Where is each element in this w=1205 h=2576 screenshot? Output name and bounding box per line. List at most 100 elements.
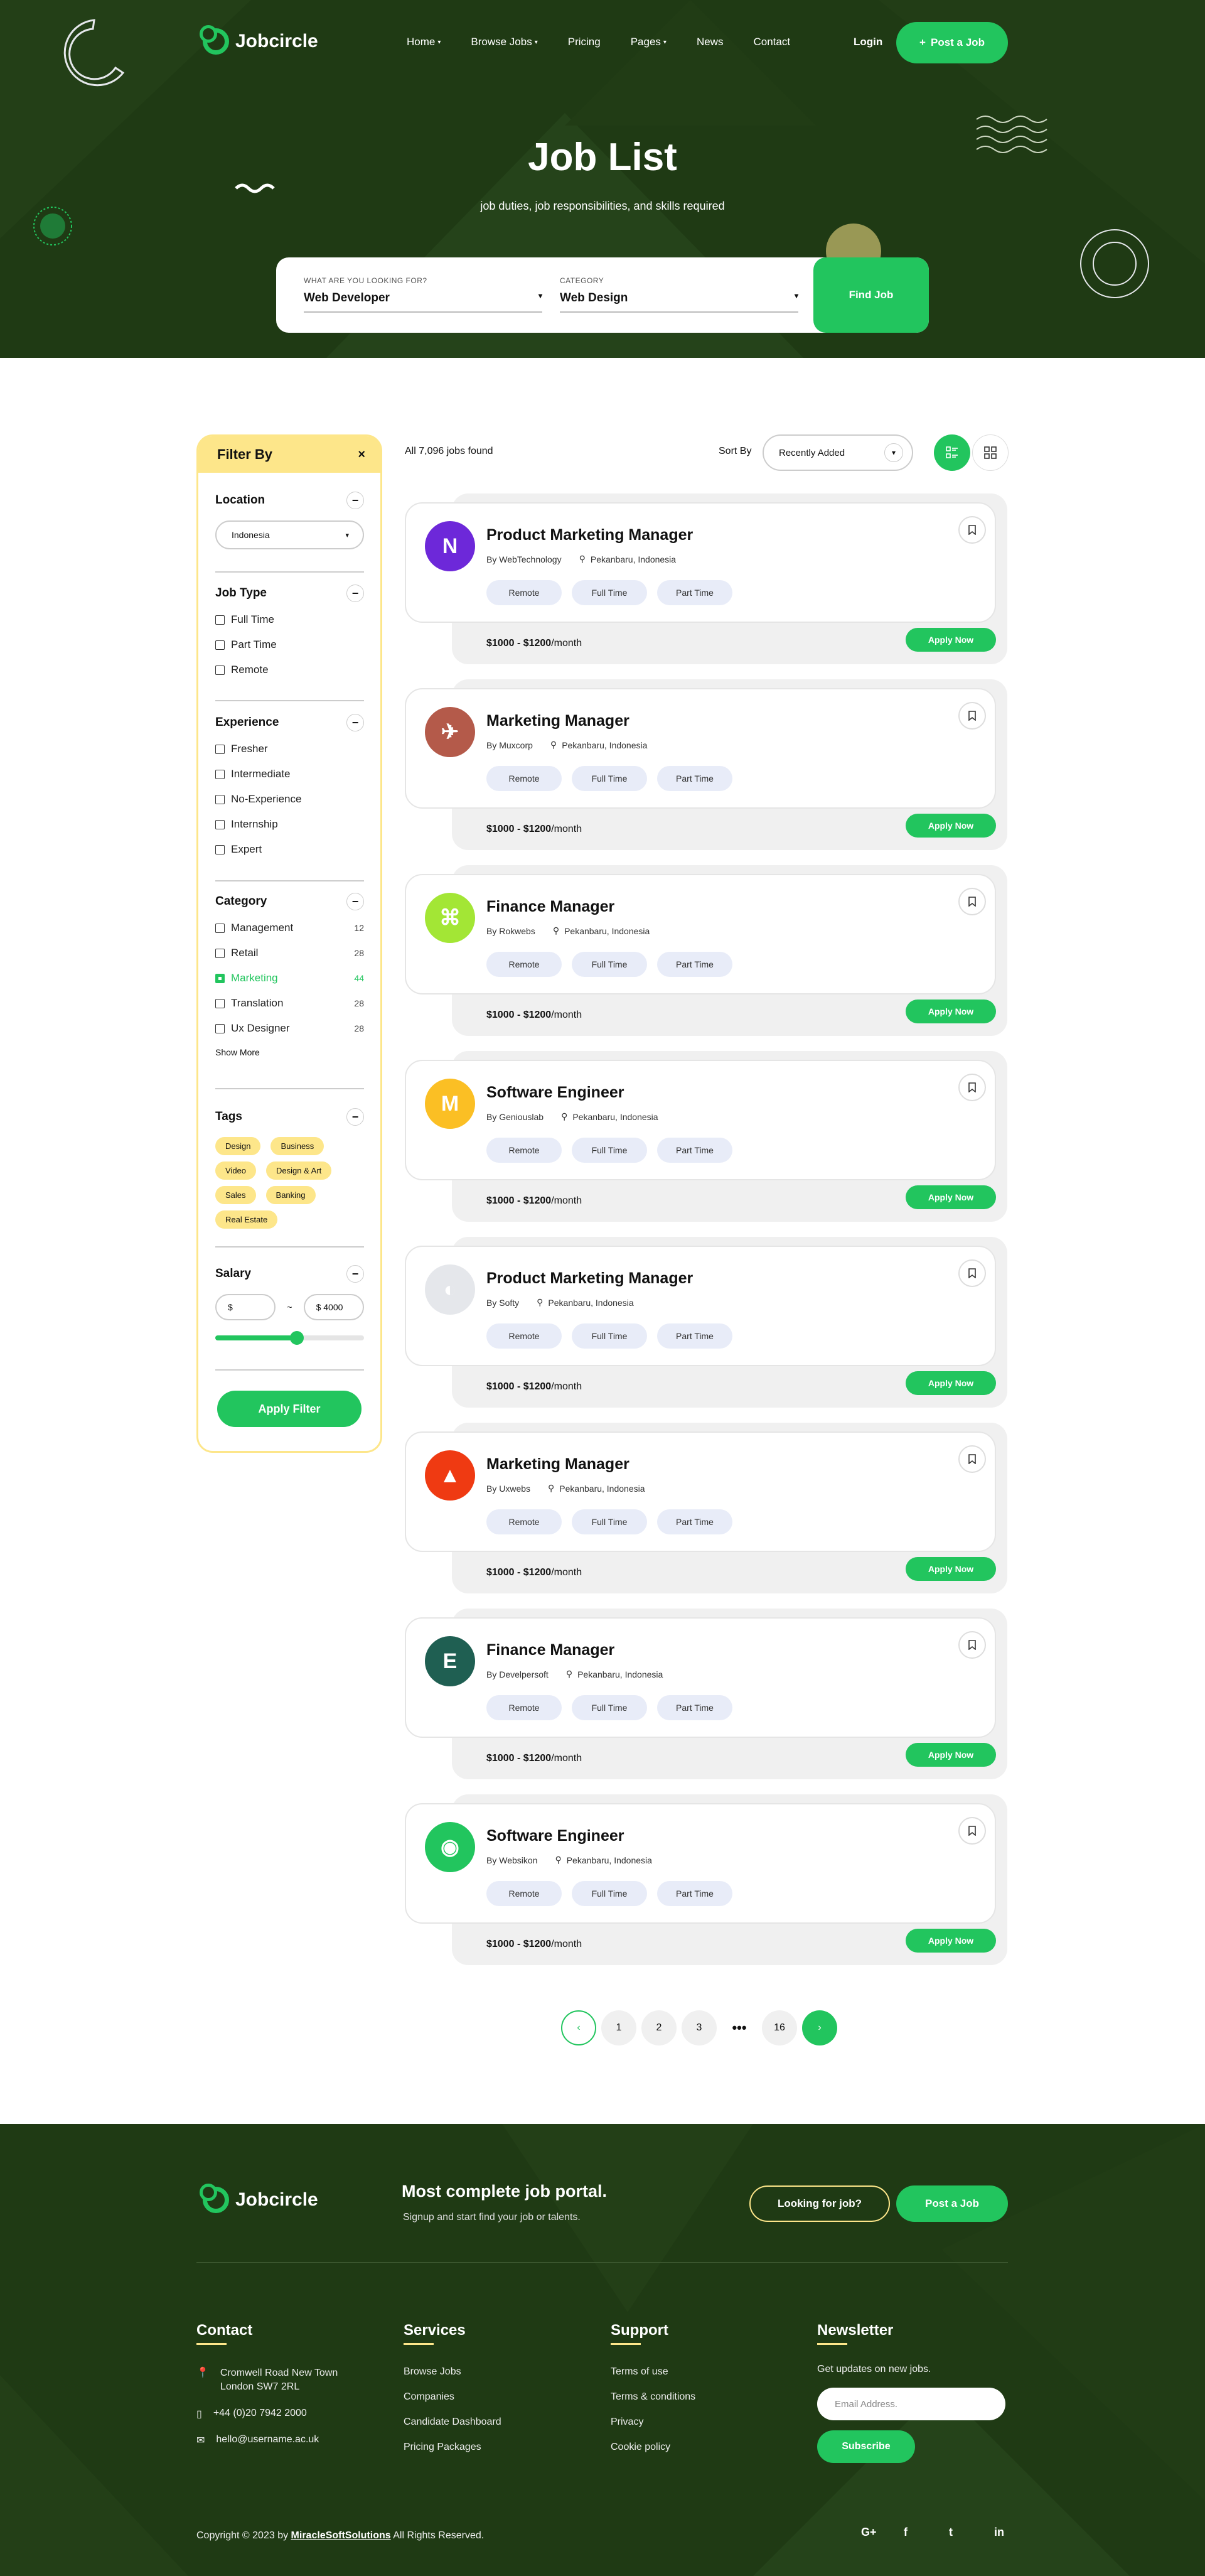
checkbox-fresher[interactable]: Fresher (215, 736, 364, 762)
job-card-body[interactable]: ◉ Software Engineer By Websikon ⚲ Pekanbaru,… (405, 1803, 996, 1924)
tag-chip[interactable]: Sales (215, 1186, 256, 1204)
job-card-body[interactable]: ▲ Marketing Manager By Uxwebs ⚲ Pekanbaru, I… (405, 1431, 996, 1552)
footer-link[interactable]: Browse Jobs (404, 2366, 501, 2378)
salary-range-slider[interactable] (215, 1331, 364, 1345)
linkedin-icon[interactable]: in (994, 2526, 1004, 2539)
footer-link[interactable]: Terms & conditions (611, 2391, 695, 2403)
job-title[interactable]: Finance Manager (486, 1641, 614, 1659)
tag-chip[interactable]: Business (270, 1137, 324, 1155)
location-select[interactable]: Indonesia ▾ (215, 520, 364, 549)
job-title[interactable]: Product Marketing Manager (486, 1269, 693, 1288)
apply-now-button[interactable]: Apply Now (906, 1371, 996, 1395)
job-title[interactable]: Product Marketing Manager (486, 526, 693, 544)
collapse-icon[interactable]: − (346, 893, 364, 910)
close-icon[interactable]: × (358, 448, 365, 462)
job-card-body[interactable]: M Software Engineer By Geniouslab ⚲ Pekanbar… (405, 1060, 996, 1180)
checkbox-marketing[interactable]: Marketing 44 (215, 966, 364, 991)
find-job-button[interactable]: Find Job (813, 257, 929, 333)
footer-link[interactable]: Terms of use (611, 2366, 695, 2378)
newsletter-email-input[interactable]: Email Address. (817, 2388, 1005, 2420)
job-title[interactable]: Software Engineer (486, 1084, 624, 1102)
tag-chip[interactable]: Banking (265, 1186, 316, 1204)
checkbox-remote[interactable]: Remote (215, 657, 364, 682)
apply-now-button[interactable]: Apply Now (906, 1185, 996, 1209)
collapse-icon[interactable]: − (346, 492, 364, 509)
job-card-body[interactable]: ⌘ Finance Manager By Rokwebs ⚲ Pekanbaru, In… (405, 874, 996, 994)
page-button-last[interactable]: 16 (762, 2010, 797, 2045)
subscribe-button[interactable]: Subscribe (817, 2430, 915, 2463)
tag-chip[interactable]: Design (215, 1137, 261, 1155)
job-card-body[interactable]: E Finance Manager By Develpersoft ⚲ Pekanbar… (405, 1617, 996, 1738)
job-title[interactable]: Finance Manager (486, 898, 614, 916)
footer-logo[interactable]: Jobcircle (200, 2184, 318, 2213)
brand-logo[interactable]: Jobcircle (200, 25, 318, 55)
bookmark-button[interactable] (958, 516, 986, 544)
footer-post-job-button[interactable]: Post a Job (896, 2185, 1008, 2222)
checkbox-internship[interactable]: Internship (215, 812, 364, 837)
apply-now-button[interactable]: Apply Now (906, 1557, 996, 1581)
collapse-icon[interactable]: − (346, 714, 364, 731)
job-title[interactable]: Software Engineer (486, 1827, 624, 1845)
apply-filter-button[interactable]: Apply Filter (217, 1391, 362, 1427)
list-view-button[interactable] (934, 434, 970, 471)
page-button[interactable]: 1 (601, 2010, 636, 2045)
footer-link[interactable]: Companies (404, 2391, 501, 2403)
collapse-icon[interactable]: − (346, 585, 364, 602)
footer-link[interactable]: Candidate Dashboard (404, 2417, 501, 2428)
post-job-button[interactable]: + Post a Job (896, 22, 1008, 63)
checkbox-part-time[interactable]: Part Time (215, 632, 364, 657)
looking-for-job-button[interactable]: Looking for job? (749, 2185, 890, 2222)
salary-max-input[interactable]: $ 4000 (303, 1294, 364, 1320)
collapse-icon[interactable]: − (346, 1265, 364, 1283)
checkbox-retail[interactable]: Retail 28 (215, 940, 364, 966)
bookmark-button[interactable] (958, 1445, 986, 1473)
footer-link[interactable]: Privacy (611, 2417, 695, 2428)
contact-email[interactable]: hello@username.ac.uk (216, 2434, 319, 2445)
copyright-link[interactable]: MiracleSoftSolutions (291, 2530, 391, 2541)
apply-now-button[interactable]: Apply Now (906, 1929, 996, 1953)
nav-browse-jobs[interactable]: Browse Jobs ▾ (471, 36, 537, 48)
bookmark-button[interactable] (958, 702, 986, 730)
twitter-icon[interactable]: t (949, 2526, 953, 2539)
bookmark-button[interactable] (958, 1259, 986, 1287)
checkbox-intermediate[interactable]: Intermediate (215, 762, 364, 787)
sort-select[interactable]: Recently Added ▾ (763, 434, 913, 471)
checkbox-translation[interactable]: Translation 28 (215, 991, 364, 1016)
nav-pages[interactable]: Pages ▾ (631, 36, 667, 48)
job-card-body[interactable]: N Product Marketing Manager By WebTechnolo… (405, 502, 996, 623)
collapse-icon[interactable]: − (346, 1108, 364, 1126)
grid-view-button[interactable] (972, 434, 1009, 471)
keyword-field[interactable]: WHAT ARE YOU LOOKING FOR? Web Developer ▾ (304, 276, 542, 313)
facebook-icon[interactable]: f (904, 2526, 908, 2539)
google-plus-icon[interactable]: G+ (861, 2526, 877, 2539)
prev-page-button[interactable]: ‹ (561, 2010, 596, 2045)
tag-chip[interactable]: Design & Art (266, 1161, 332, 1180)
apply-now-button[interactable]: Apply Now (906, 1743, 996, 1767)
nav-pricing[interactable]: Pricing (568, 36, 601, 48)
footer-link[interactable]: Cookie policy (611, 2442, 695, 2453)
next-page-button[interactable]: › (802, 2010, 837, 2045)
tag-chip[interactable]: Real Estate (215, 1210, 278, 1229)
apply-now-button[interactable]: Apply Now (906, 628, 996, 652)
checkbox-full-time[interactable]: Full Time (215, 607, 364, 632)
checkbox-management[interactable]: Management 12 (215, 915, 364, 940)
page-button[interactable]: 3 (682, 2010, 717, 2045)
apply-now-button[interactable]: Apply Now (906, 814, 996, 838)
login-link[interactable]: Login (854, 36, 882, 48)
footer-link[interactable]: Pricing Packages (404, 2442, 501, 2453)
checkbox-ux-designer[interactable]: Ux Designer 28 (215, 1016, 364, 1041)
bookmark-button[interactable] (958, 1074, 986, 1101)
apply-now-button[interactable]: Apply Now (906, 1000, 996, 1023)
contact-phone[interactable]: +44 (0)20 7942 2000 (213, 2408, 307, 2419)
job-title[interactable]: Marketing Manager (486, 1455, 629, 1474)
checkbox-expert[interactable]: Expert (215, 837, 364, 862)
range-handle[interactable] (290, 1331, 304, 1345)
bookmark-button[interactable] (958, 1631, 986, 1659)
salary-min-input[interactable]: $ (215, 1294, 276, 1320)
job-card-body[interactable]: ◐ Product Marketing Manager By Softy ⚲ Pekan… (405, 1246, 996, 1366)
job-title[interactable]: Marketing Manager (486, 712, 629, 730)
job-card-body[interactable]: ✈ Marketing Manager By Muxcorp ⚲ Pekanbaru, … (405, 688, 996, 809)
tag-chip[interactable]: Video (215, 1161, 257, 1180)
nav-news[interactable]: News (697, 36, 724, 48)
bookmark-button[interactable] (958, 1817, 986, 1845)
